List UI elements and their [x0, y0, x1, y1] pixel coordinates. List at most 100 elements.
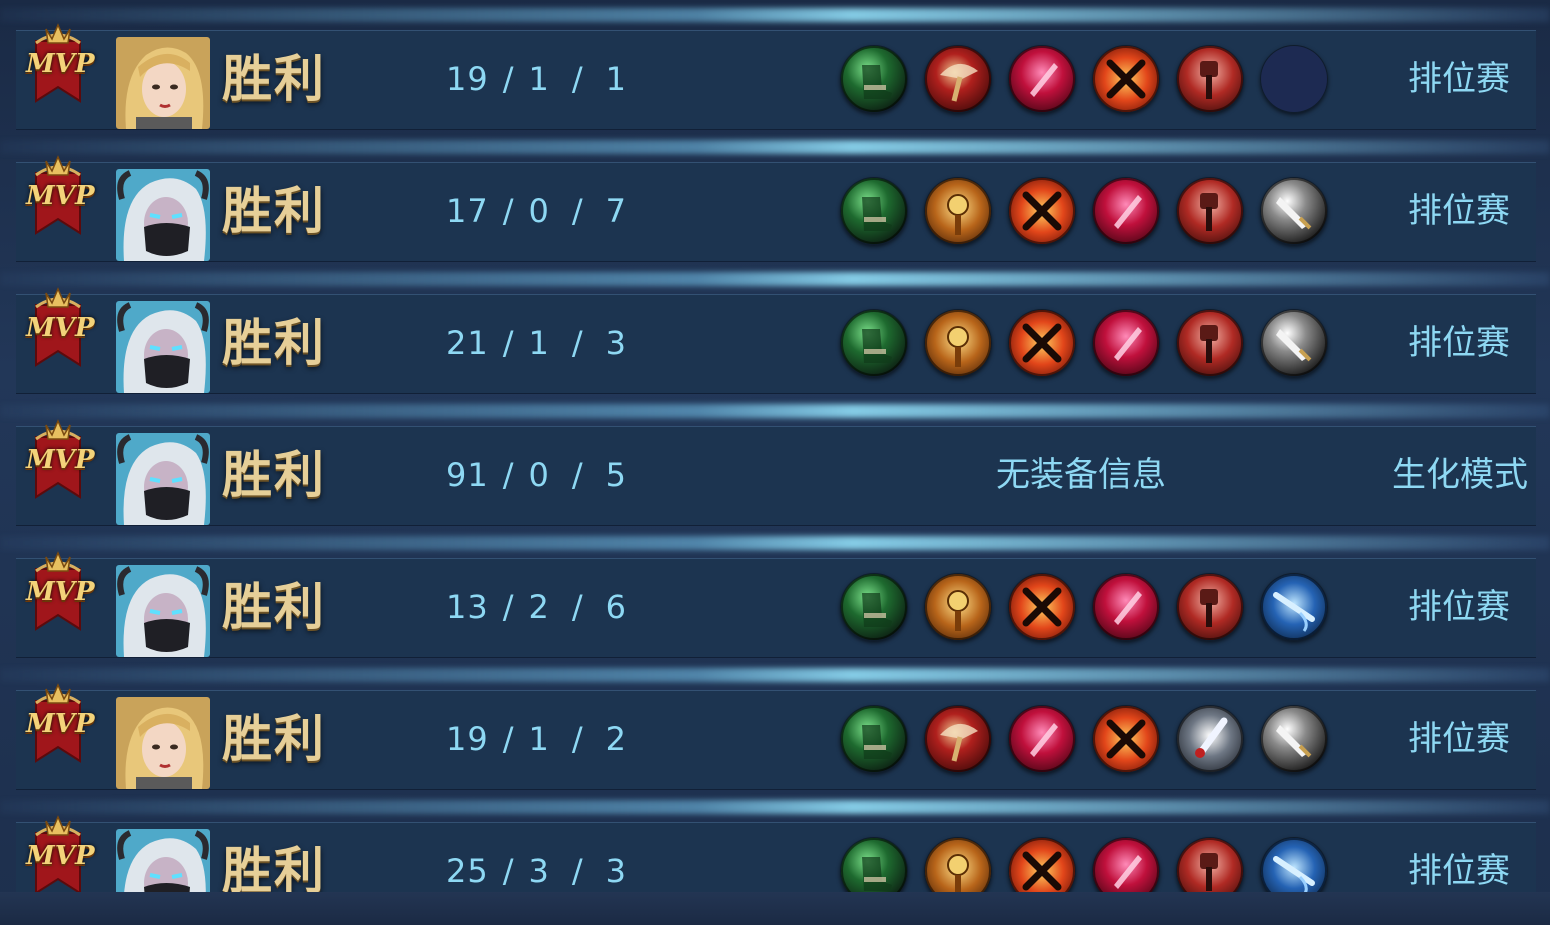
- kda-separator: /: [502, 60, 515, 98]
- green-boots-icon[interactable]: [840, 309, 908, 377]
- kda-stats: 25 / 3 / 3: [446, 851, 627, 891]
- kills-count: 13: [446, 588, 489, 626]
- match-result: 胜利: [222, 709, 326, 768]
- kda-separator: /: [571, 588, 584, 626]
- mvp-label: MVP: [26, 841, 95, 871]
- green-boots-icon[interactable]: [840, 45, 908, 113]
- match-row[interactable]: MVP 胜利 17 / 0 / 7 排位赛: [16, 155, 1536, 262]
- match-row[interactable]: MVP 胜利 25 / 3 / 3 排位赛: [16, 815, 1536, 892]
- match-row[interactable]: MVP 胜利 19 / 1 / 2 排位赛: [16, 683, 1536, 790]
- gold-mace-icon[interactable]: [924, 837, 992, 892]
- kda-separator: /: [502, 324, 515, 362]
- kda-separator: /: [571, 60, 584, 98]
- red-crossed-swords-icon[interactable]: [1008, 837, 1076, 892]
- pink-blade-icon[interactable]: [1092, 177, 1160, 245]
- kda-stats: 19 / 1 / 2: [446, 719, 627, 759]
- green-boots-icon[interactable]: [840, 837, 908, 892]
- mvp-label: MVP: [26, 49, 95, 79]
- red-axe-icon[interactable]: [924, 45, 992, 113]
- game-mode-label: 排位赛: [1408, 323, 1510, 363]
- match-result: 胜利: [222, 313, 326, 372]
- red-hammer-icon[interactable]: [1176, 177, 1244, 245]
- deaths-count: 0: [528, 192, 550, 230]
- mvp-badge-icon: MVP: [22, 813, 102, 892]
- blue-lance-icon[interactable]: [1260, 573, 1328, 641]
- match-result: 胜利: [222, 841, 326, 892]
- match-row[interactable]: MVP 胜利 91 / 0 / 5 无装备信息 生化模式: [16, 419, 1536, 526]
- silver-sword-icon[interactable]: [1176, 705, 1244, 773]
- red-crossed-swords-icon[interactable]: [1008, 177, 1076, 245]
- match-result: 胜利: [222, 181, 326, 240]
- match-result: 胜利: [222, 445, 326, 504]
- match-result: 胜利: [222, 577, 326, 636]
- kda-separator: /: [502, 588, 515, 626]
- kda-separator: /: [571, 324, 584, 362]
- blue-lance-icon[interactable]: [1260, 837, 1328, 892]
- kda-stats: 13 / 2 / 6: [446, 587, 627, 627]
- kills-count: 19: [446, 720, 489, 758]
- mvp-label: MVP: [26, 577, 95, 607]
- red-axe-icon[interactable]: [924, 705, 992, 773]
- kills-count: 17: [446, 192, 489, 230]
- match-row[interactable]: MVP 胜利 21 / 1 / 3 排位赛: [16, 287, 1536, 394]
- deaths-count: 1: [528, 324, 550, 362]
- kda-separator: /: [502, 192, 515, 230]
- kills-count: 25: [446, 852, 489, 890]
- red-hammer-icon[interactable]: [1176, 837, 1244, 892]
- green-boots-icon[interactable]: [840, 573, 908, 641]
- assists-count: 1: [605, 60, 627, 98]
- pink-blade-icon[interactable]: [1092, 309, 1160, 377]
- red-crossed-swords-icon[interactable]: [1092, 45, 1160, 113]
- white-greatsword-icon[interactable]: [1260, 309, 1328, 377]
- no-equipment-info: 无装备信息: [996, 455, 1166, 495]
- kda-separator: /: [502, 852, 515, 890]
- pink-blade-icon[interactable]: [1092, 573, 1160, 641]
- assists-count: 5: [605, 456, 627, 494]
- gold-mace-icon[interactable]: [924, 309, 992, 377]
- game-mode-label: 排位赛: [1408, 851, 1510, 891]
- white-greatsword-icon[interactable]: [1260, 177, 1328, 245]
- kills-count: 19: [446, 60, 489, 98]
- kda-separator: /: [571, 456, 584, 494]
- masked-hero-avatar: [116, 301, 210, 393]
- kills-count: 91: [446, 456, 489, 494]
- red-crossed-swords-icon[interactable]: [1092, 705, 1160, 773]
- match-row[interactable]: MVP 胜利 13 / 2 / 6 排位赛: [16, 551, 1536, 658]
- kda-separator: /: [571, 720, 584, 758]
- white-greatsword-icon[interactable]: [1260, 705, 1328, 773]
- blonde-hero-avatar: [116, 697, 210, 789]
- pink-blade-icon[interactable]: [1008, 45, 1076, 113]
- deaths-count: 2: [528, 588, 550, 626]
- assists-count: 3: [605, 852, 627, 890]
- gold-mace-icon[interactable]: [924, 573, 992, 641]
- deaths-count: 3: [528, 852, 550, 890]
- pink-blade-icon[interactable]: [1008, 705, 1076, 773]
- green-boots-icon[interactable]: [840, 177, 908, 245]
- green-boots-icon[interactable]: [840, 705, 908, 773]
- red-hammer-icon[interactable]: [1176, 573, 1244, 641]
- pink-blade-icon[interactable]: [1092, 837, 1160, 892]
- kda-separator: /: [502, 456, 515, 494]
- game-mode-label: 排位赛: [1408, 719, 1510, 759]
- bottom-bar: [0, 892, 1550, 925]
- kda-stats: 91 / 0 / 5: [446, 455, 627, 495]
- game-mode-label: 排位赛: [1408, 587, 1510, 627]
- red-hammer-icon[interactable]: [1176, 309, 1244, 377]
- assists-count: 2: [605, 720, 627, 758]
- red-crossed-swords-icon[interactable]: [1008, 573, 1076, 641]
- mvp-badge-icon: MVP: [22, 681, 102, 771]
- mvp-badge-icon: MVP: [22, 417, 102, 507]
- red-crossed-swords-icon[interactable]: [1008, 309, 1076, 377]
- mvp-badge-icon: MVP: [22, 285, 102, 375]
- match-row[interactable]: MVP 胜利 19 / 1 / 1 排位赛: [16, 23, 1536, 130]
- assists-count: 3: [605, 324, 627, 362]
- red-hammer-icon[interactable]: [1176, 45, 1244, 113]
- mvp-badge-icon: MVP: [22, 153, 102, 243]
- gold-mace-icon[interactable]: [924, 177, 992, 245]
- empty-slot-icon[interactable]: [1260, 45, 1328, 113]
- kda-separator: /: [571, 192, 584, 230]
- mvp-label: MVP: [26, 313, 95, 343]
- masked-hero-avatar: [116, 433, 210, 525]
- game-mode-label: 生化模式: [1392, 455, 1528, 495]
- kills-count: 21: [446, 324, 489, 362]
